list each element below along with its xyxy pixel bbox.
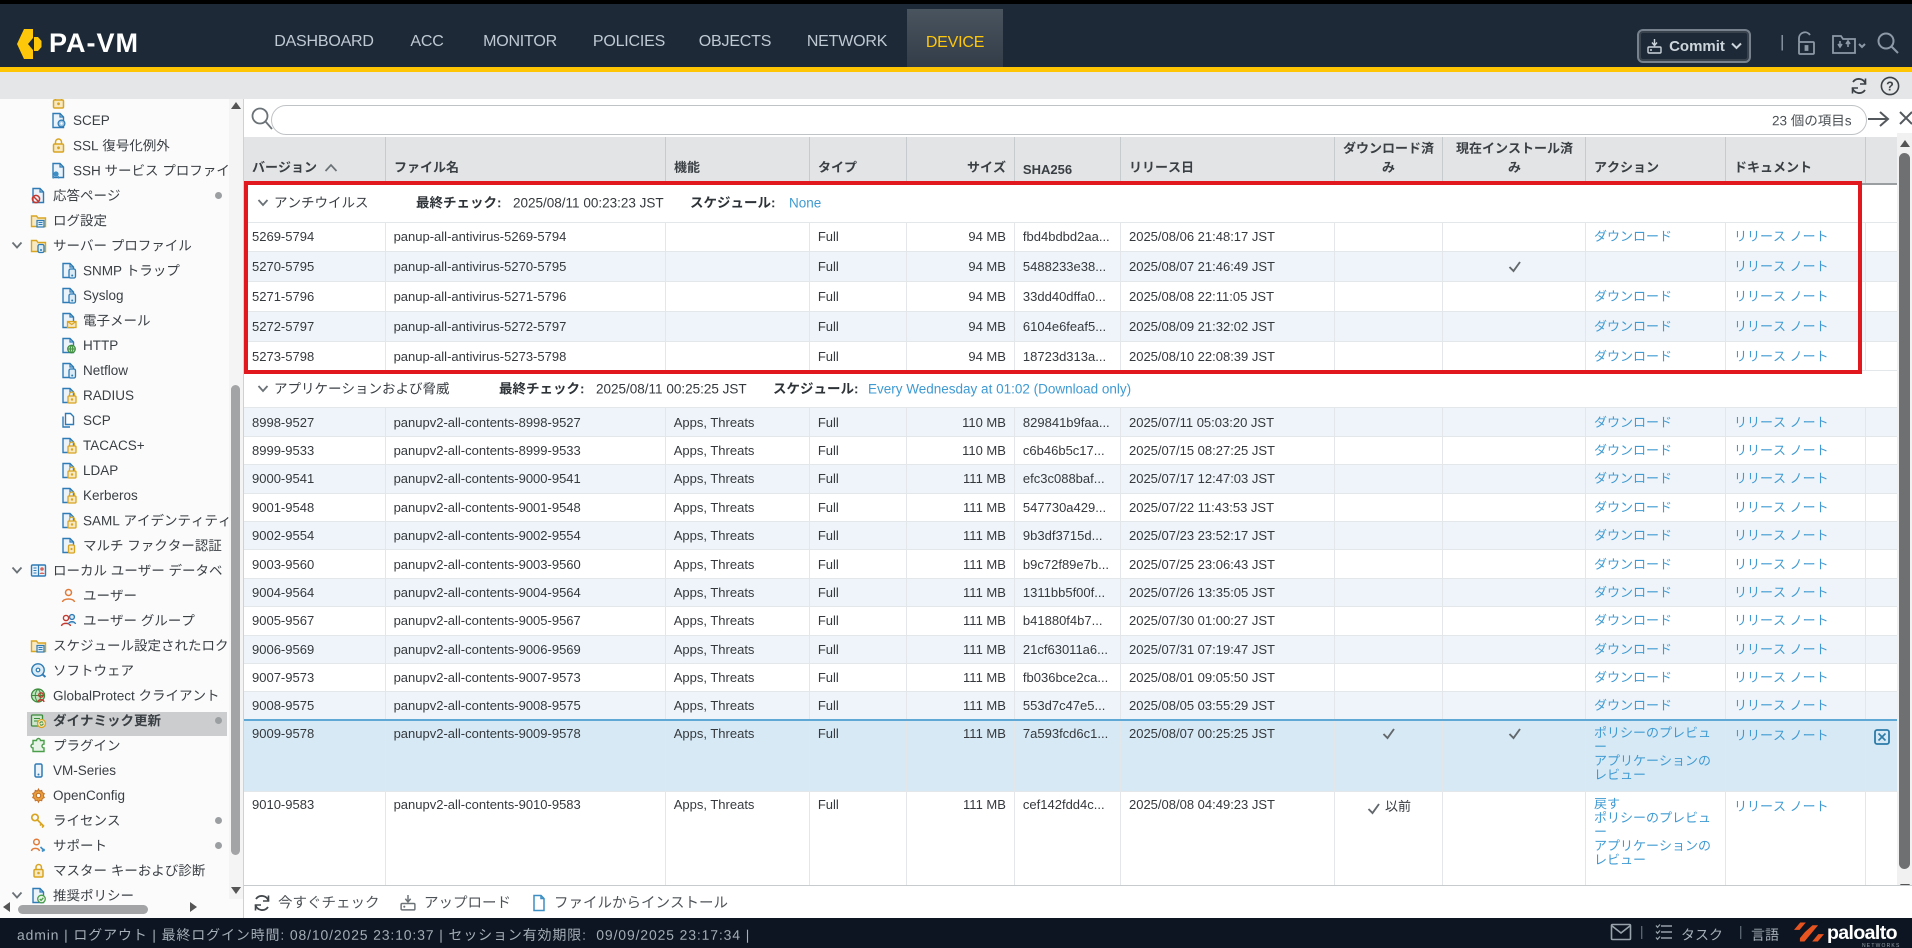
svg-text:?: ? (1886, 80, 1894, 94)
